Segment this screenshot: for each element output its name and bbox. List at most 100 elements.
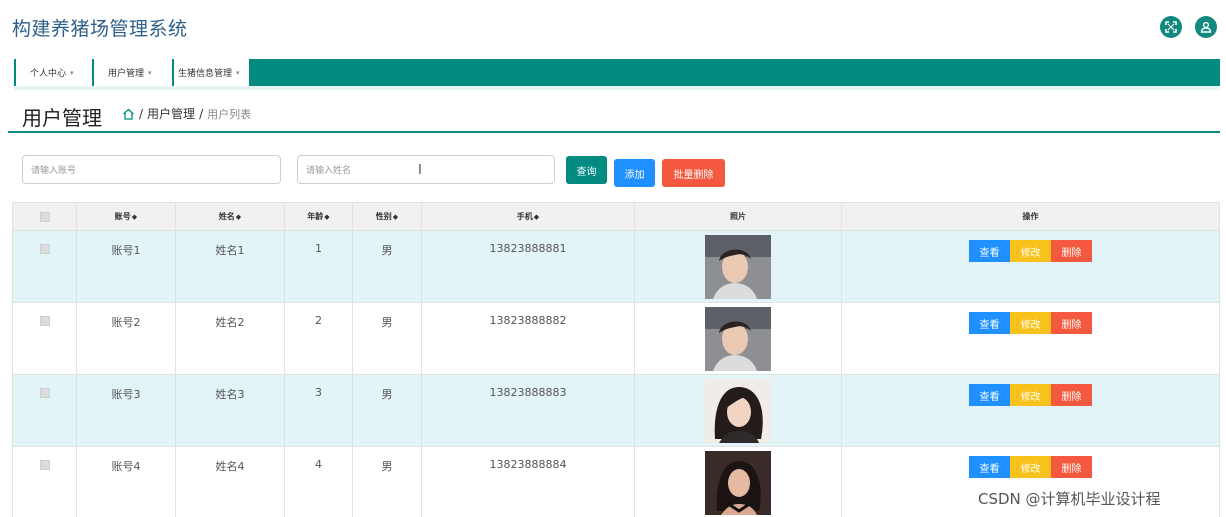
nav-item-personal-center[interactable]: 个人中心 ▾ [16, 59, 92, 86]
watermark: CSDN @计算机毕业设计程 [978, 488, 1161, 509]
title-divider [8, 131, 1220, 133]
sort-icon[interactable]: ◆ [393, 213, 398, 221]
cell-actions: 查看 修改 删除 [842, 375, 1220, 446]
nav-item-user-management[interactable]: 用户管理 ▾ [94, 59, 172, 86]
account-search-input[interactable]: 请输入账号 [22, 155, 281, 184]
caret-down-icon: ▾ [148, 68, 152, 77]
table-row: 账号3 姓名3 3 男 13823888883 查看 修改 删除 [12, 375, 1220, 447]
column-header-actions: 操作 [842, 203, 1220, 230]
sort-icon[interactable]: ◆ [324, 213, 329, 221]
cell-actions: 查看 修改 删除 [842, 303, 1220, 374]
row-select-cell [12, 231, 77, 302]
view-button[interactable]: 查看 [969, 240, 1010, 262]
cell-name: 姓名3 [176, 375, 285, 446]
cell-account: 账号2 [77, 303, 176, 374]
sort-icon[interactable]: ◆ [534, 213, 539, 221]
cell-age: 2 [285, 303, 353, 374]
nav-item-pig-info-management[interactable]: 生猪信息管理 ▾ [174, 59, 249, 86]
cell-photo [635, 231, 842, 302]
name-search-input[interactable]: 请输入姓名 I [297, 155, 555, 184]
header: 构建养猪场管理系统 [0, 0, 1226, 58]
fullscreen-button[interactable] [1160, 16, 1182, 38]
caret-down-icon: ▾ [70, 68, 74, 77]
column-header-photo: 照片 [635, 203, 842, 230]
edit-button[interactable]: 修改 [1010, 384, 1051, 406]
table-row: 账号1 姓名1 1 男 13823888881 查看 修改 删除 [12, 231, 1220, 303]
cell-age: 4 [285, 447, 353, 517]
edit-button[interactable]: 修改 [1010, 456, 1051, 478]
row-select-cell [12, 303, 77, 374]
breadcrumb-section[interactable]: 用户管理 [147, 105, 195, 122]
view-button[interactable]: 查看 [969, 456, 1010, 478]
delete-button[interactable]: 删除 [1051, 312, 1092, 334]
app-title: 构建养猪场管理系统 [12, 18, 188, 40]
cell-account: 账号3 [77, 375, 176, 446]
cell-gender: 男 [353, 303, 422, 374]
cell-age: 1 [285, 231, 353, 302]
cell-name: 姓名4 [176, 447, 285, 517]
breadcrumb-separator: / [139, 106, 144, 121]
nav-item-label: 生猪信息管理 [178, 69, 233, 79]
cell-gender: 男 [353, 231, 422, 302]
edit-button[interactable]: 修改 [1010, 240, 1051, 262]
sort-icon[interactable]: ◆ [236, 213, 241, 221]
view-button[interactable]: 查看 [969, 312, 1010, 334]
delete-button[interactable]: 删除 [1051, 384, 1092, 406]
row-checkbox[interactable] [39, 316, 50, 326]
nav-item-label: 个人中心 [30, 69, 67, 79]
cell-photo [635, 375, 842, 446]
batch-delete-button[interactable]: 批量删除 [662, 159, 725, 187]
select-all-checkbox[interactable] [39, 211, 50, 222]
row-checkbox[interactable] [39, 388, 50, 398]
cell-gender: 男 [353, 375, 422, 446]
fullscreen-icon [1165, 21, 1177, 33]
cell-actions: 查看 修改 删除 [842, 231, 1220, 302]
column-header-name[interactable]: 姓名 ◆ [176, 203, 285, 230]
column-header-phone[interactable]: 手机 ◆ [422, 203, 635, 230]
user-photo [705, 451, 771, 515]
cell-name: 姓名2 [176, 303, 285, 374]
column-header-account[interactable]: 账号 ◆ [77, 203, 176, 230]
nav-underline [14, 86, 1220, 90]
cell-gender: 男 [353, 447, 422, 517]
cell-phone: 13823888882 [422, 303, 635, 374]
nav-bar: 个人中心 ▾ 用户管理 ▾ 生猪信息管理 ▾ [14, 59, 1220, 86]
cell-account: 账号1 [77, 231, 176, 302]
page-title: 用户管理 [22, 106, 102, 130]
row-checkbox[interactable] [39, 460, 50, 470]
search-button[interactable]: 查询 [566, 156, 607, 184]
edit-button[interactable]: 修改 [1010, 312, 1051, 334]
view-button[interactable]: 查看 [969, 384, 1010, 406]
user-button[interactable] [1195, 16, 1217, 38]
cell-account: 账号4 [77, 447, 176, 517]
user-photo [705, 379, 771, 443]
select-all-cell [12, 203, 77, 230]
cell-photo [635, 303, 842, 374]
delete-button[interactable]: 删除 [1051, 456, 1092, 478]
cell-name: 姓名1 [176, 231, 285, 302]
caret-down-icon: ▾ [236, 68, 240, 77]
breadcrumb: / 用户管理 / 用户列表 [122, 105, 251, 122]
user-icon [1200, 21, 1212, 33]
breadcrumb-separator: / [199, 106, 204, 121]
table-header: 账号 ◆ 姓名 ◆ 年龄 ◆ 性别 ◆ 手机 ◆ 照片 操作 [12, 202, 1220, 231]
row-checkbox[interactable] [39, 244, 50, 254]
nav-item-label: 用户管理 [108, 69, 145, 79]
cell-age: 3 [285, 375, 353, 446]
name-placeholder: 请输入姓名 [306, 166, 352, 176]
delete-button[interactable]: 删除 [1051, 240, 1092, 262]
row-select-cell [12, 375, 77, 446]
home-icon[interactable] [122, 108, 135, 120]
add-button[interactable]: 添加 [614, 159, 655, 187]
cell-phone: 13823888881 [422, 231, 635, 302]
cell-phone: 13823888884 [422, 447, 635, 517]
column-header-gender[interactable]: 性别 ◆ [353, 203, 422, 230]
breadcrumb-current: 用户列表 [207, 107, 252, 121]
account-placeholder: 请输入账号 [31, 166, 77, 176]
cell-phone: 13823888883 [422, 375, 635, 446]
user-photo [705, 307, 771, 371]
app-window: 构建养猪场管理系统 个人中心 ▾ 用户管理 ▾ 生猪信息管理 ▾ 用户管理 / … [0, 0, 1226, 517]
column-header-age[interactable]: 年龄 ◆ [285, 203, 353, 230]
row-select-cell [12, 447, 77, 517]
sort-icon[interactable]: ◆ [132, 213, 137, 221]
